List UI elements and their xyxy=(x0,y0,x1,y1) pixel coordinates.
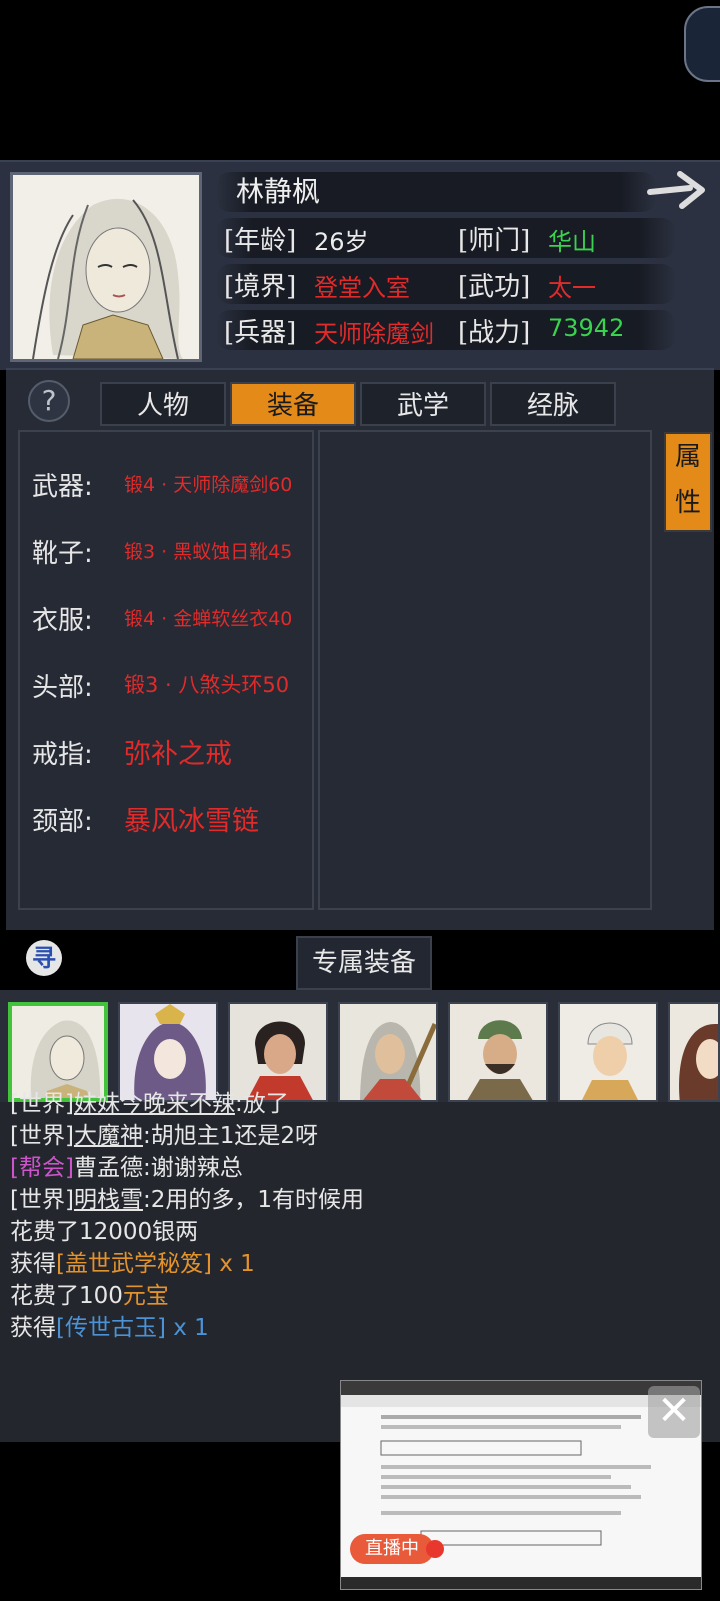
realm-label: [境界] xyxy=(224,272,297,302)
live-badge: 直播中 xyxy=(350,1534,434,1564)
slot-clothes-item[interactable]: 锻4 · 金蝉软丝衣40 xyxy=(124,604,292,631)
character-thumb[interactable] xyxy=(668,1002,720,1102)
system-prefix: 获得 xyxy=(10,1315,56,1341)
item-link[interactable]: [传世古玉] xyxy=(56,1315,166,1341)
school-value: 华山 xyxy=(548,228,596,256)
chat-username[interactable]: 大魔神 xyxy=(74,1123,143,1149)
record-dot-icon xyxy=(426,1540,444,1558)
slot-weapon-item[interactable]: 锻4 · 天师除魔剑60 xyxy=(124,470,292,497)
exclusive-equipment-button[interactable]: 专属装备 xyxy=(296,936,432,990)
corner-menu-icon[interactable] xyxy=(684,6,720,82)
chat-username[interactable]: 曹孟德 xyxy=(74,1155,143,1181)
age-value: 26岁 xyxy=(314,228,369,256)
channel-world[interactable]: [世界] xyxy=(10,1091,74,1117)
skill-value: 太一 xyxy=(548,274,596,302)
school-label: [师门] xyxy=(458,226,531,256)
skill-label: [武功] xyxy=(458,272,531,302)
system-message: 获得[传世古玉] x 1 xyxy=(10,1308,209,1342)
tab-meridians[interactable]: 经脉 xyxy=(490,382,616,426)
slot-head-item[interactable]: 锻3 · 八煞头环50 xyxy=(124,669,289,699)
character-name: 林静枫 xyxy=(236,175,321,208)
weapon-label: [兵器] xyxy=(224,318,297,348)
currency-name: 元宝 xyxy=(122,1283,169,1309)
channel-guild[interactable]: [帮会] xyxy=(10,1155,74,1181)
slot-ring-label: 戒指: xyxy=(32,740,93,770)
character-thumb[interactable] xyxy=(558,1002,658,1102)
slot-boots-item[interactable]: 锻3 · 黑蚁蚀日靴45 xyxy=(124,537,292,564)
power-label: [战力] xyxy=(458,318,531,348)
item-quantity: x 1 xyxy=(211,1251,255,1277)
tab-equipment[interactable]: 装备 xyxy=(230,382,356,426)
attributes-button[interactable]: 属 性 xyxy=(664,432,712,532)
age-label: [年龄] xyxy=(224,226,297,256)
chat-username[interactable]: 明栈雪 xyxy=(74,1187,143,1213)
chat-message: [帮会]曹孟德:谢谢辣总 xyxy=(10,1148,243,1182)
item-quantity: x 1 xyxy=(165,1315,209,1341)
slot-clothes-label: 衣服: xyxy=(32,606,93,636)
character-thumb[interactable] xyxy=(338,1002,438,1102)
slot-neck-label: 颈部: xyxy=(32,807,93,837)
seek-icon[interactable]: 寻 xyxy=(26,940,62,976)
channel-world[interactable]: [世界] xyxy=(10,1123,74,1149)
attributes-label-2: 性 xyxy=(674,488,701,518)
item-link[interactable]: [盖世武学秘笈] xyxy=(56,1251,212,1277)
slot-weapon-label: 武器: xyxy=(32,472,93,502)
power-value: 73942 xyxy=(548,314,625,342)
channel-world[interactable]: [世界] xyxy=(10,1187,74,1213)
slot-ring-item[interactable]: 弥补之戒 xyxy=(124,732,232,771)
realm-value: 登堂入室 xyxy=(314,274,410,302)
chat-text: :2用的多，1有时候用 xyxy=(142,1187,364,1213)
slot-neck-item[interactable]: 暴风冰雪链 xyxy=(124,799,259,838)
system-text: 花费了12000银两 xyxy=(10,1219,199,1245)
chat-message: [世界]大魔神:胡旭主1还是2呀 xyxy=(10,1116,318,1150)
chat-text: :放了 xyxy=(234,1091,289,1117)
help-icon[interactable]: ? xyxy=(28,380,70,422)
slot-head-label: 头部: xyxy=(32,673,93,703)
chat-text: :谢谢辣总 xyxy=(142,1155,243,1181)
attributes-label-1: 属 xyxy=(674,442,701,472)
system-prefix: 获得 xyxy=(10,1251,56,1277)
chat-username[interactable]: 妹妹今晚来不辣 xyxy=(74,1091,235,1117)
system-message: 花费了12000银两 xyxy=(10,1212,198,1246)
tab-character[interactable]: 人物 xyxy=(100,382,226,426)
character-portrait xyxy=(10,172,202,362)
equipment-detail xyxy=(318,430,652,910)
next-arrow-icon[interactable] xyxy=(646,170,708,210)
weapon-value: 天师除魔剑 xyxy=(314,320,434,348)
character-thumb[interactable] xyxy=(448,1002,548,1102)
chat-text: :胡旭主1还是2呀 xyxy=(142,1123,318,1149)
system-prefix: 花费了100 xyxy=(10,1283,123,1309)
chat-message: [世界]妹妹今晚来不辣:放了 xyxy=(10,1084,289,1118)
slot-boots-label: 靴子: xyxy=(32,539,93,569)
chat-message: [世界]明栈雪:2用的多，1有时候用 xyxy=(10,1180,364,1214)
tab-martial-arts[interactable]: 武学 xyxy=(360,382,486,426)
system-message: 花费了100元宝 xyxy=(10,1276,169,1310)
close-icon[interactable]: ✕ xyxy=(648,1386,700,1438)
system-message: 获得[盖世武学秘笈] x 1 xyxy=(10,1244,255,1278)
